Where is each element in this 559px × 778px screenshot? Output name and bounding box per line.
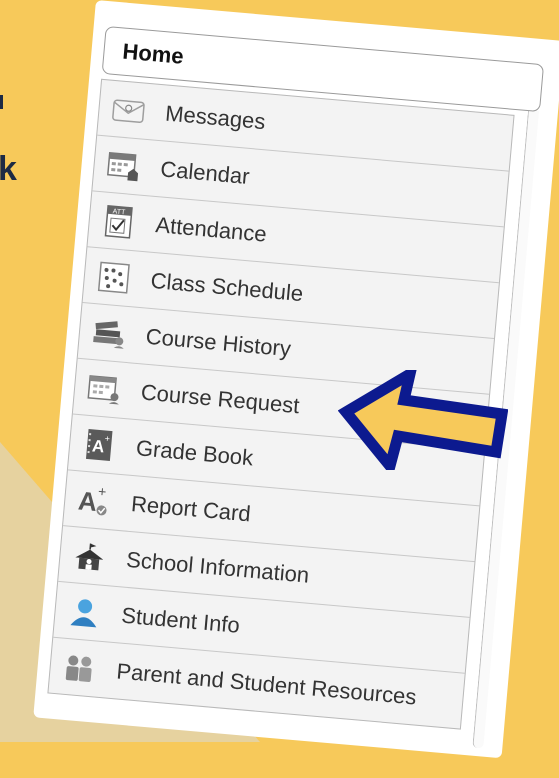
svg-text:+: + (98, 483, 108, 500)
course-request-icon (86, 370, 123, 407)
svg-text:A: A (77, 485, 99, 517)
report-card-icon: A + (76, 482, 113, 519)
schedule-grid-icon (95, 259, 132, 296)
sidebar-item-label: Attendance (154, 211, 268, 247)
sidebar-item-label: School Information (125, 546, 311, 588)
partial-heading-text: k (0, 150, 17, 188)
svg-text:ATT: ATT (112, 208, 126, 216)
sidebar-item-label: Course Request (139, 378, 301, 418)
calendar-icon (105, 147, 142, 184)
gradebook-icon: A + (81, 426, 118, 463)
books-icon (91, 314, 128, 351)
sidebar-item-label: Parent and Student Resources (115, 657, 418, 710)
student-icon (66, 593, 103, 630)
slide-decoration-bar (0, 95, 3, 109)
svg-text:A: A (91, 436, 105, 456)
sidebar-item-label: Grade Book (135, 434, 255, 470)
sidebar-item-label: Messages (164, 100, 267, 134)
sidebar-item-label: Report Card (130, 490, 252, 526)
attendance-icon: ATT (100, 203, 137, 240)
svg-text:+: + (104, 433, 110, 443)
sidebar-item-label: Course History (144, 323, 292, 361)
sidebar-item-label: Calendar (159, 155, 251, 189)
home-tab-label: Home (121, 38, 185, 69)
envelope-icon (110, 91, 147, 128)
sidebar-item-label: Class Schedule (149, 267, 305, 306)
pointer-arrow-icon (338, 370, 508, 470)
school-house-icon (71, 538, 108, 575)
sidebar-item-label: Student Info (120, 602, 241, 638)
people-icon (61, 649, 98, 686)
